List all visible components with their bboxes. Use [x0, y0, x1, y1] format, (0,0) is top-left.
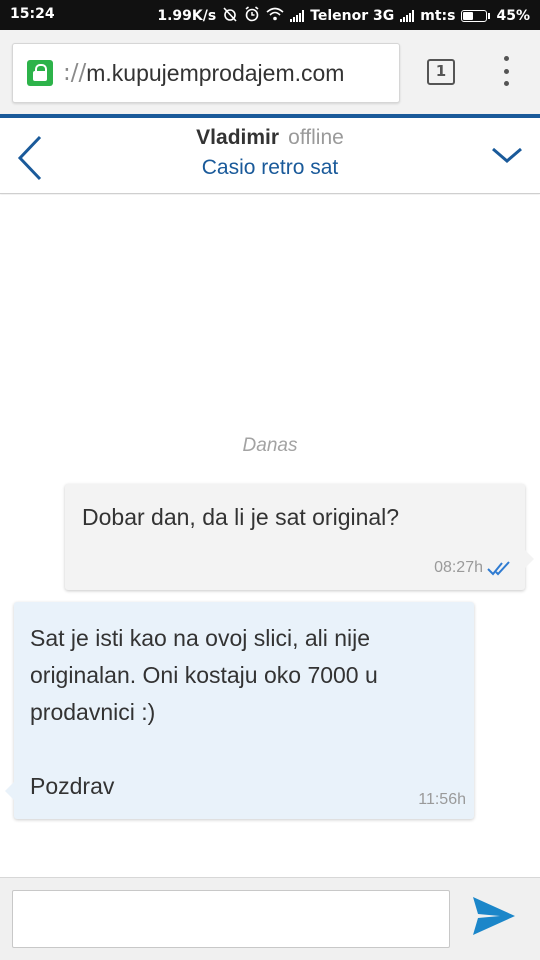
conversation-info: Vladimir offline Casio retro sat [0, 126, 540, 180]
battery-icon [461, 10, 491, 22]
double-check-icon [487, 561, 510, 576]
conversation-subject[interactable]: Casio retro sat [0, 156, 540, 180]
message-list[interactable]: Danas Dobar dan, da li je sat original? … [0, 195, 540, 877]
contact-name: Vladimir [196, 126, 280, 149]
send-button[interactable] [470, 894, 518, 938]
tab-switcher-button[interactable]: 1 [427, 59, 455, 85]
network-speed: 1.99K/s [157, 8, 217, 24]
browser-menu-button[interactable] [500, 56, 512, 86]
lock-icon [27, 60, 53, 86]
message-line: Pozdrav [30, 773, 115, 799]
browser-toolbar: :// m.kupujemprodajem.com 1 [0, 30, 540, 114]
compose-bar [0, 877, 540, 960]
send-icon [473, 897, 515, 935]
signal-icon [400, 10, 415, 22]
message-text: Sat je isti kao na ovoj slici, ali nije … [30, 620, 450, 805]
message-time: 08:27h [434, 559, 483, 576]
date-separator: Danas [242, 435, 298, 456]
url-scheme: :// [63, 60, 87, 86]
message-input[interactable] [12, 890, 450, 948]
alarm-clock-icon [244, 6, 260, 26]
message-meta: 08:27h [434, 559, 513, 577]
chat-header: Vladimir offline Casio retro sat [0, 114, 540, 194]
status-time: 15:24 [10, 6, 55, 22]
address-bar[interactable]: :// m.kupujemprodajem.com [12, 43, 400, 103]
contact-status: offline [288, 126, 344, 149]
alarm-off-icon [222, 6, 238, 26]
incoming-message: Sat je isti kao na ovoj slici, ali nije … [5, 602, 474, 819]
battery-percent: 45% [496, 8, 530, 24]
url-host: m.kupujemprodajem.com [86, 59, 345, 86]
carrier-2: mt:s [420, 8, 456, 24]
menu-dot-icon [503, 68, 509, 74]
outgoing-message: Dobar dan, da li je sat original? 08:27h [65, 484, 534, 590]
status-bar: 15:24 1.99K/s Telenor 3G mt:s 45% [0, 0, 540, 30]
message-text: Dobar dan, da li je sat original? [82, 504, 400, 530]
message-time: 11:56h [418, 791, 466, 808]
signal-icon [290, 10, 305, 22]
expand-button[interactable] [490, 144, 524, 166]
chevron-down-icon [492, 147, 522, 163]
menu-dot-icon [503, 81, 509, 86]
message-line: Sat je isti kao na ovoj slici, ali nije [30, 625, 371, 651]
message-line: originalan. Oni kostaju oko 7000 u [30, 662, 378, 688]
carrier-1: Telenor 3G [310, 8, 395, 24]
wifi-icon [266, 7, 284, 25]
message-line: prodavnici :) [30, 699, 156, 725]
menu-dot-icon [503, 56, 509, 61]
status-right-group: 1.99K/s Telenor 3G mt:s 45% [157, 6, 530, 26]
